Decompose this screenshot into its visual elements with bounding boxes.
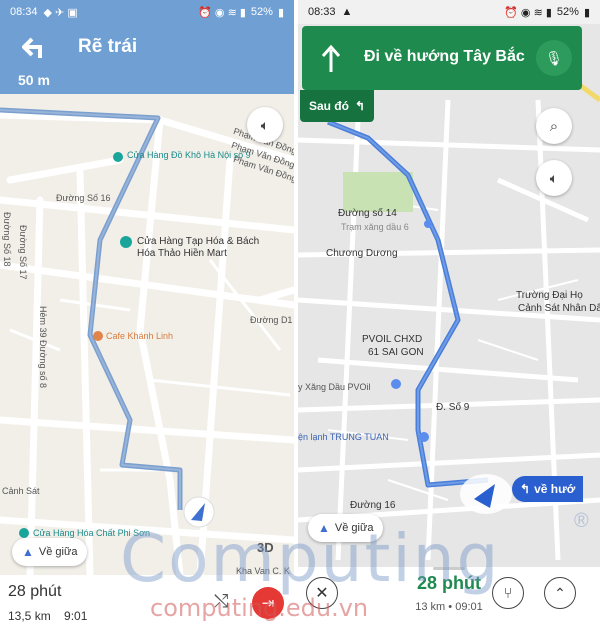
expand-button[interactable]: ⌃ (544, 577, 576, 609)
map-label-shop2: Hóa Thảo Hiền Mart (137, 248, 227, 259)
trip-eta: 9:01 (64, 609, 88, 623)
turn-distance: 50 m (18, 72, 50, 88)
next-turn-label: về hướ (534, 482, 576, 496)
then-turn-hint: Sau đó ↰ (300, 90, 374, 122)
map-label-street: Đường Số 16 (56, 193, 111, 203)
search-button[interactable]: ⌕ (536, 108, 572, 144)
map-label-shop3: Cửa Hàng Hóa Chất Phi Sơn (33, 528, 150, 538)
map-label-street: Đường D1 (250, 315, 293, 325)
trip-summary[interactable]: 28 phút 13,5 km 9:01 ⤭ ⇥ (0, 575, 294, 637)
map-label-school: Trường Đại Họ (516, 290, 583, 301)
recenter-button[interactable]: ▲ Về giữa (12, 538, 88, 566)
navigation-status-icon: ▲ (341, 6, 353, 18)
map-label-gas-station: y Xăng Dầu PVOil (298, 382, 371, 392)
turn-instruction-banner[interactable]: Rẽ trái 50 m (0, 24, 294, 94)
notification-icons: ◆ ✈ ▣ (43, 6, 78, 19)
left-navigation-screen: 08:34 ◆ ✈ ▣ ⏰ ◉ ≋ ▮ 52% ▮ Rẽ trái 50 m Cửa … (0, 0, 294, 637)
map-label-shop: ện lạnh TRUNG TUAN (298, 432, 389, 442)
volume-icon: 🔈︎ (549, 169, 559, 186)
volume-icon: 🔈︎ (260, 116, 270, 133)
turn-instruction: Rẽ trái (78, 36, 138, 57)
turn-left-icon: ↰ (354, 99, 366, 113)
direction-instruction: Đi về hướng Tây Bắc (364, 48, 525, 65)
right-navigation-screen: 08:33 ▲ ⏰ ◉ ≋ ▮ 52% ▮ Đi về hướng Tây Bắc 🎙… (298, 0, 600, 637)
battery-level: 52% (250, 6, 273, 18)
status-bar: 08:33 ▲ ⏰ ◉ ≋ ▮ 52% ▮ (298, 0, 600, 24)
straight-arrow-icon (321, 44, 341, 72)
drag-handle[interactable] (433, 567, 465, 570)
view-3d-button[interactable]: 3D (257, 540, 274, 555)
battery-level: 52% (556, 6, 579, 18)
then-label: Sau đó (308, 99, 349, 113)
map-label-gas-station: Trạm xăng dầu 6 (341, 222, 409, 232)
map-label-street: Hẻm 39 Đường số 8 (38, 306, 48, 388)
map-label-gas-station: 61 SAI GON (368, 347, 424, 358)
turn-left-icon: ↰ (520, 482, 531, 496)
map-label-street: Đường số 14 (338, 208, 397, 219)
sound-button[interactable]: 🔈︎ (247, 107, 283, 143)
map-label-place: Cảnh Sát (2, 486, 40, 496)
trip-eta: 09:01 (455, 601, 483, 613)
sound-button[interactable]: 🔈︎ (536, 160, 572, 196)
map-label-school: Cảnh Sát Nhân Dâ (518, 303, 600, 314)
signal-icons: ⏰ ◉ ≋ ▮ (504, 6, 552, 19)
map-label-street: Chương Dương (326, 248, 398, 259)
signal-icons: ⏰ ◉ ≋ ▮ (198, 6, 246, 19)
map-label-street: Đường 16 (350, 500, 396, 511)
voice-search-button[interactable]: 🎙︎ (536, 40, 572, 76)
navigation-arrow-icon: ▲ (22, 545, 34, 559)
map-label-gas-station: PVOIL CHXD (362, 334, 423, 345)
map-label-shop1: Cửa Hàng Đồ Khô Hà Nội số 9 (127, 150, 251, 160)
turn-left-icon (22, 37, 42, 58)
status-bar: 08:34 ◆ ✈ ▣ ⏰ ◉ ≋ ▮ 52% ▮ (0, 0, 294, 24)
exit-navigation-button[interactable]: ⇥ (252, 587, 284, 619)
status-time: 08:34 (10, 6, 38, 18)
alternate-routes-button[interactable]: ⑂ (492, 577, 524, 609)
recenter-label: Về giữa (38, 546, 78, 558)
exit-icon: ⇥ (261, 595, 275, 612)
recenter-button[interactable]: ▲ Về giữa (308, 514, 384, 542)
microphone-icon: 🎙︎ (545, 49, 563, 66)
alternate-routes-icon[interactable]: ⤭ (214, 591, 228, 612)
status-time: 08:33 (308, 6, 336, 18)
map-label-cafe: Cafe Khánh Linh (106, 331, 174, 341)
next-turn-chip[interactable]: ↰ về hướ (512, 476, 584, 502)
trip-distance: 13,5 km (8, 609, 51, 623)
direction-banner[interactable]: Đi về hướng Tây Bắc 🎙︎ (302, 26, 582, 90)
map-label-street: Đường Số 17 (18, 225, 28, 280)
navigation-arrow-icon: ▲ (318, 521, 330, 535)
map-label-shop2: Cửa Hàng Tạp Hóa & Bách (137, 236, 260, 247)
trip-summary[interactable]: ✕ 28 phút 13 km • 09:01 ⑂ ⌃ (298, 567, 600, 637)
battery-icon: ▮ (277, 6, 284, 19)
fork-route-icon: ⑂ (503, 584, 513, 602)
map-label-street: Đ. Số 9 (436, 402, 470, 413)
map-label-street: Đường Số 18 (2, 212, 12, 267)
battery-icon: ▮ (583, 6, 590, 19)
trip-distance-eta: 13,5 km 9:01 (8, 609, 87, 623)
chevron-up-icon: ⌃ (554, 584, 566, 601)
trip-distance: 13 km (415, 601, 446, 613)
trip-duration: 28 phút (8, 583, 62, 600)
recenter-label: Về giữa (334, 522, 374, 534)
search-icon: ⌕ (549, 117, 559, 135)
